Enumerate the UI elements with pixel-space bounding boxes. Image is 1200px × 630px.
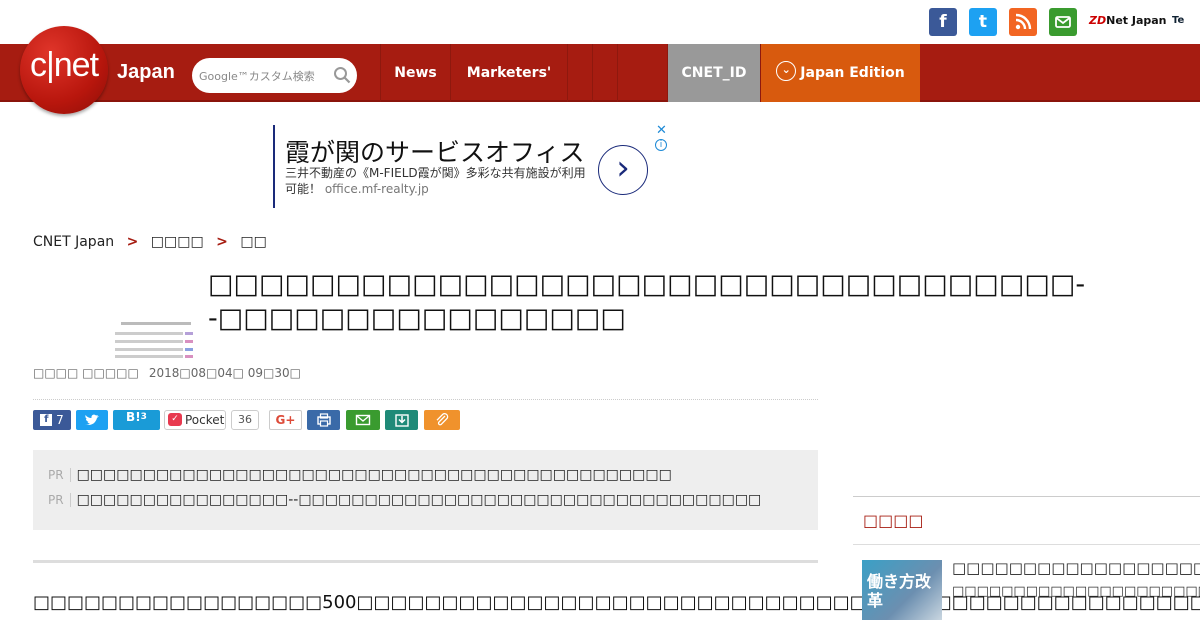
breadcrumb-sub[interactable]: □□ [240,234,266,250]
save-button[interactable] [385,410,418,430]
article-author[interactable]: □□□□ □□□□□ [33,366,139,380]
facebook-icon[interactable]: f [929,8,957,36]
divider [853,544,1200,545]
article-date: 2018□08□04□ 09□30□ [148,366,301,380]
search-placeholder: Google™カスタム検索 [199,70,315,83]
clip-button[interactable] [424,410,460,430]
email-share-button[interactable] [346,410,380,430]
ad-close-icon[interactable]: ✕ [656,123,667,138]
ad-title[interactable]: 霞が関のサービスオフィス [285,133,585,169]
gplus-share-button[interactable]: G+ [269,410,302,430]
article-thumbnail[interactable] [113,318,195,360]
nav-empty-2[interactable] [592,44,617,102]
sidebar-thumbnail[interactable]: 働き方改革 [862,560,942,620]
nav-empty-3[interactable] [617,44,642,102]
breadcrumb-separator: > [216,234,228,250]
facebook-icon: f [40,413,53,426]
paperclip-icon [436,412,449,425]
hatena-bookmark-button[interactable]: B!3 [113,410,160,430]
twitter-icon [85,414,99,425]
article-byline: □□□□ □□□□□ 2018□08□04□ 09□30□ [33,366,301,380]
pocket-count: 36 [231,410,259,430]
mail-icon [355,414,371,425]
download-icon [394,413,409,427]
print-button[interactable] [307,410,340,430]
article-headline: □□□□□□□□□□□□□□□□□□□□□□□□□□□□□□□□□□--□□□□… [208,269,1086,334]
ad-arrow-icon[interactable]: › [598,145,648,195]
rss-icon[interactable] [1009,8,1037,36]
twitter-icon[interactable]: t [969,8,997,36]
sidebar-item-title[interactable]: □□□□□□□□□□□□□□□□□□□□ [952,559,1200,577]
search-input[interactable]: Google™カスタム検索 [192,58,357,93]
divider [853,496,1200,497]
breadcrumb-section[interactable]: □□□□ [151,234,204,250]
ad-banner[interactable]: 霞が関のサービスオフィス 三井不動産の《M-FIELD霞が関》多彩な共有施設が利… [273,123,668,208]
breadcrumb-home[interactable]: CNET Japan [33,234,114,250]
nav-cnet-id[interactable]: CNET_ID [667,44,760,102]
divider [33,399,818,400]
facebook-share-button[interactable]: f 7 [33,410,71,430]
sidebar-title: □□□□ [863,511,924,530]
divider [33,560,818,563]
ad-url: office.mf-realty.jp [324,182,429,196]
chevron-down-icon: ⌄ [776,61,797,81]
breadcrumb: CNET Japan > □□□□ > □□ [33,234,267,250]
nav-marketers[interactable]: Marketers' [450,44,567,102]
pr-tag: PR [48,468,71,482]
techrepublic-logo[interactable]: Te [1172,8,1184,34]
cnet-logo[interactable]: c|net [20,26,108,114]
mail-icon[interactable] [1049,8,1077,36]
twitter-share-button[interactable] [76,410,108,430]
ad-info-icon[interactable]: i [655,139,667,151]
sidebar-item-summary: □□□□□□□□□□□□□□□□□□□□□□□□□□□□□□□□□□□□□□□□… [952,584,1200,599]
ad-description: 三井不動産の《M-FIELD霞が関》多彩な共有施設が利用可能！ office.m… [285,166,586,196]
social-strip: f t ZDNet Japan Te [0,0,1200,44]
pocket-button[interactable]: ✓ Pocket [164,410,226,430]
print-icon [316,412,331,427]
pr-item[interactable]: PR □□□□□□□□□□□□□□□□□□□□□□□□□□□□□□□□□□□□□□… [48,467,672,483]
page: f t ZDNet Japan Te c|net Japan Google™カス… [0,0,1200,630]
nav-empty-1[interactable] [567,44,592,102]
article-body: □□□□□□□□□□□□□□□□□500□□□□□□□□□□□□□□□□□□□□… [33,592,1200,613]
nav-news[interactable]: News [380,44,450,102]
nav-japan-edition[interactable]: ⌄ Japan Edition [760,44,920,102]
search-icon[interactable] [333,66,351,84]
logo-japan-label: Japan [117,61,175,83]
zdnet-logo[interactable]: ZDNet Japan [1089,8,1167,34]
breadcrumb-separator: > [126,234,139,250]
pr-box: PR □□□□□□□□□□□□□□□□□□□□□□□□□□□□□□□□□□□□□□… [33,450,818,530]
pr-tag: PR [48,493,71,507]
pr-item[interactable]: PR □□□□□□□□□□□□□□□□--□□□□□□□□□□□□□□□□□□□□… [48,492,761,508]
pocket-icon: ✓ [168,413,182,426]
